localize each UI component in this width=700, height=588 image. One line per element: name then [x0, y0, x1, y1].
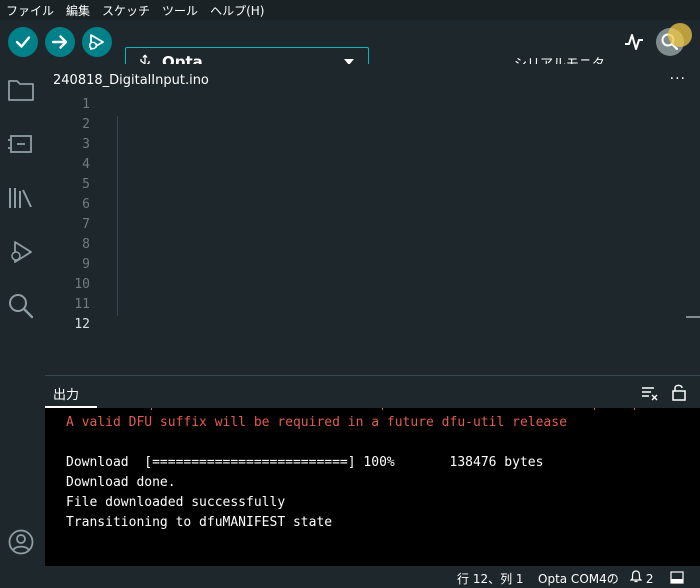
board-manager-button[interactable] — [5, 128, 37, 160]
output-line: File downloaded successfully — [66, 495, 286, 510]
menu-file[interactable]: ファイル — [0, 2, 60, 19]
folder-icon — [8, 80, 34, 101]
output-console[interactable]: A valid DFU suffix will be required in a… — [45, 408, 700, 566]
account-button[interactable] — [5, 526, 37, 558]
notifications-count: 2 — [645, 572, 654, 586]
line-number: 2 — [82, 117, 90, 132]
clear-output-icon — [642, 387, 658, 401]
scroll-lock-button[interactable] — [671, 383, 687, 405]
line-number: 3 — [82, 137, 90, 152]
library-manager-button[interactable] — [5, 182, 37, 214]
menu-tools[interactable]: ツール — [156, 2, 204, 19]
check-icon — [15, 36, 31, 48]
board-port-status[interactable]: Opta COM4の — [538, 570, 619, 587]
toolbar: Opta シリアルモニタ — [0, 20, 700, 77]
panel-icon — [670, 571, 684, 584]
line-number: 8 — [82, 237, 90, 252]
pulse-icon — [625, 34, 643, 50]
line-number: 4 — [82, 157, 90, 172]
clear-output-button[interactable] — [641, 385, 659, 405]
output-line: Download done. — [66, 475, 176, 490]
output-tab[interactable]: 出力 — [53, 384, 79, 403]
line-number: 6 — [82, 197, 90, 212]
menu-sketch[interactable]: スケッチ — [96, 2, 156, 19]
upload-button[interactable] — [45, 27, 75, 57]
code-lines — [117, 96, 677, 374]
search-button[interactable] — [5, 290, 37, 322]
line-number-gutter: 1 2 3 4 5 6 7 8 9 10 11 12 — [45, 96, 117, 374]
scrollbar-marker[interactable] — [686, 316, 700, 318]
search-icon — [9, 294, 34, 319]
status-bar: 行 12、列 1 Opta COM4の 2 — [0, 567, 700, 588]
output-panel-header: 出力 — [45, 375, 700, 409]
verify-button[interactable] — [8, 27, 38, 57]
tab-bar: 240818_DigitalInput.ino ··· — [45, 64, 700, 96]
more-actions-button[interactable]: ··· — [670, 71, 686, 87]
tab-filename: 240818_DigitalInput.ino — [53, 72, 209, 88]
serial-plotter-button[interactable] — [623, 31, 645, 53]
debug-button[interactable] — [82, 27, 112, 57]
account-icon — [8, 529, 34, 555]
library-icon — [9, 188, 32, 208]
debug-icon — [11, 241, 32, 263]
unlock-icon — [672, 384, 686, 401]
line-number: 9 — [82, 257, 90, 272]
arrow-right-icon — [51, 35, 68, 49]
line-number: 10 — [74, 277, 90, 292]
line-number: 1 — [82, 97, 90, 112]
line-number: 7 — [82, 217, 90, 232]
line-number: 11 — [74, 297, 90, 312]
menu-edit[interactable]: 編集 — [60, 2, 96, 19]
menu-help[interactable]: ヘルプ(H) — [204, 2, 270, 19]
bell-icon — [629, 570, 643, 583]
toggle-panel-button[interactable] — [670, 571, 684, 587]
notifications-button[interactable]: 2 — [629, 570, 654, 586]
sketchbook-button[interactable] — [5, 74, 37, 106]
debug-icon — [89, 34, 104, 50]
code-editor[interactable]: 1 2 3 4 5 6 7 8 9 10 11 12 — [45, 96, 700, 374]
sidebar — [0, 64, 45, 567]
board-manager-icon — [8, 135, 32, 153]
debug-sidebar-button[interactable] — [5, 236, 37, 268]
output-line-warning: A valid DFU suffix will be required in a… — [66, 415, 567, 430]
menu-bar: ファイル 編集 スケッチ ツール ヘルプ(H) — [0, 0, 700, 20]
line-number-active: 12 — [74, 317, 90, 332]
output-line: Download [=========================] 100… — [66, 455, 544, 470]
cursor-position: 行 12、列 1 — [457, 572, 524, 586]
tab-sketch-file[interactable]: 240818_DigitalInput.ino — [45, 64, 217, 96]
cursor-highlight — [668, 23, 692, 47]
line-number: 5 — [82, 177, 90, 192]
output-line: Transitioning to dfuMANIFEST state — [66, 515, 333, 530]
